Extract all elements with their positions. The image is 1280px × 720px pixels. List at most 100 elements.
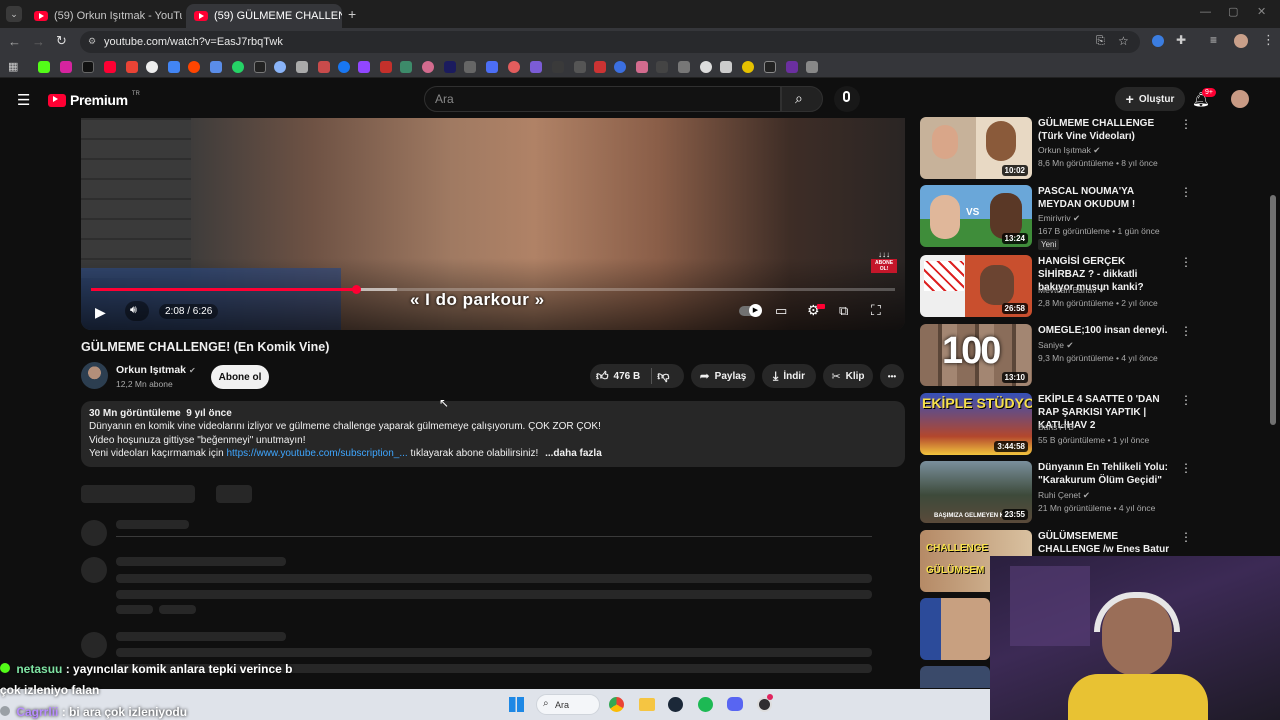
recommended-video[interactable]: BAŞIMIZA GELMEYEN KAL 23:55 Dünyanın En … bbox=[920, 461, 1192, 523]
channel-avatar[interactable] bbox=[81, 362, 108, 389]
download-button[interactable]: ⤓ İndir bbox=[762, 364, 816, 388]
forward-icon[interactable]: → bbox=[32, 34, 45, 49]
bookmark-site-icon[interactable] bbox=[786, 61, 798, 73]
browser-tab-video[interactable]: (59) GÜLMEME CHALLENGE! (E ✕ bbox=[186, 4, 342, 28]
channel-name[interactable]: Orkun Işıtmak ✔ bbox=[116, 364, 196, 376]
bookmark-site-icon[interactable] bbox=[530, 61, 542, 73]
bookmark-site-icon[interactable] bbox=[574, 61, 586, 73]
profile-avatar-icon[interactable] bbox=[1234, 34, 1248, 48]
bookmark-reddit-icon[interactable] bbox=[188, 61, 200, 73]
video-thumbnail[interactable]: 26:58 bbox=[920, 255, 1032, 317]
notifications-button[interactable]: 🔔︎ 9+ bbox=[1192, 88, 1216, 109]
search-button[interactable]: ⌕ bbox=[781, 86, 823, 112]
subscribe-button[interactable]: Abone ol bbox=[211, 365, 269, 389]
subscription-link[interactable]: https://www.youtube.com/subscription_... bbox=[226, 448, 407, 459]
spotify-icon[interactable] bbox=[698, 697, 713, 712]
extension-icon[interactable] bbox=[1152, 35, 1164, 47]
bookmark-site-icon[interactable] bbox=[656, 61, 668, 73]
bookmark-twitch-icon[interactable] bbox=[358, 61, 370, 73]
dislike-button[interactable]: 👎︎ bbox=[657, 369, 669, 384]
bookmark-site-icon[interactable] bbox=[678, 61, 690, 73]
bookmark-chrome-icon[interactable] bbox=[146, 61, 158, 73]
video-thumbnail[interactable]: 10:02 bbox=[920, 117, 1032, 179]
bookmark-site-icon[interactable] bbox=[254, 61, 266, 73]
bookmark-whatsapp-icon[interactable] bbox=[232, 61, 244, 73]
reload-icon[interactable]: ↻ bbox=[56, 33, 67, 49]
more-options-icon[interactable]: ⋮ bbox=[1180, 530, 1192, 544]
bookmark-site-icon[interactable] bbox=[636, 61, 648, 73]
bookmark-site-icon[interactable] bbox=[614, 61, 626, 73]
bookmark-translate-icon[interactable] bbox=[210, 61, 222, 73]
more-actions-button[interactable]: ••• bbox=[880, 364, 904, 388]
bookmark-site-icon[interactable] bbox=[444, 61, 456, 73]
chrome-taskbar-icon[interactable] bbox=[609, 697, 624, 712]
recommended-video[interactable]: 26:58 HANGİSİ GERÇEK SİHİRBAZ ? - dikkat… bbox=[920, 255, 1192, 317]
bookmark-site-icon[interactable] bbox=[380, 61, 392, 73]
subtitles-icon[interactable]: ▭ bbox=[775, 303, 787, 319]
bookmark-site-icon[interactable] bbox=[742, 61, 754, 73]
bookmark-kick-icon[interactable] bbox=[38, 61, 50, 73]
maximize-icon[interactable]: ▢ bbox=[1228, 5, 1238, 18]
miniplayer-icon[interactable]: ⧉ bbox=[839, 303, 848, 319]
account-avatar[interactable] bbox=[1231, 90, 1249, 108]
window-close-icon[interactable]: ✕ bbox=[1257, 5, 1266, 18]
bookmark-site-icon[interactable] bbox=[318, 61, 330, 73]
video-thumbnail[interactable] bbox=[920, 666, 990, 688]
volume-button[interactable]: 🔊︎ bbox=[125, 301, 149, 321]
bookmark-facebook-icon[interactable] bbox=[338, 61, 350, 73]
recommended-video[interactable]: EKİPLE STÜDYO 3:44:58 EKİPLE 4 SAATTE 0 … bbox=[920, 393, 1192, 455]
progress-bar[interactable] bbox=[91, 285, 895, 294]
fullscreen-icon[interactable]: ⛶ bbox=[871, 302, 881, 319]
recommended-video[interactable]: 10:02 GÜLMEME CHALLENGE (Türk Vine Video… bbox=[920, 117, 1192, 179]
video-thumbnail[interactable]: BAŞIMIZA GELMEYEN KAL 23:55 bbox=[920, 461, 1032, 523]
bookmark-youtube-icon[interactable] bbox=[104, 61, 116, 73]
steam-icon[interactable] bbox=[668, 697, 683, 712]
address-bar[interactable]: ⚙ youtube.com/watch?v=EasJ7rbqTwk ⎘ ☆ bbox=[80, 31, 1140, 53]
youtube-logo[interactable]: Premium TR bbox=[48, 91, 140, 108]
install-app-icon[interactable]: ⎘ bbox=[1096, 35, 1105, 48]
more-options-icon[interactable]: ⋮ bbox=[1180, 324, 1192, 338]
like-button[interactable]: 👍︎ 476 B bbox=[596, 369, 640, 384]
more-options-icon[interactable]: ⋮ bbox=[1180, 185, 1192, 199]
back-icon[interactable]: ← bbox=[8, 34, 21, 49]
bookmark-site-icon[interactable] bbox=[168, 61, 180, 73]
bookmark-gmail-icon[interactable] bbox=[126, 61, 138, 73]
file-explorer-icon[interactable] bbox=[639, 698, 655, 711]
video-thumbnail[interactable]: 100 13:10 bbox=[920, 324, 1032, 386]
video-thumbnail[interactable]: EKİPLE STÜDYO 3:44:58 bbox=[920, 393, 1032, 455]
taskbar-search[interactable]: ⌕ Ara bbox=[536, 694, 600, 715]
new-tab-button[interactable]: + bbox=[348, 6, 356, 22]
video-thumbnail[interactable]: VS 13:24 bbox=[920, 185, 1032, 247]
browser-tab-channel[interactable]: (59) Orkun Işıtmak - YouTube ✕ bbox=[26, 4, 182, 28]
page-scrollbar[interactable] bbox=[1270, 195, 1276, 425]
media-control-icon[interactable]: ≡ bbox=[1210, 33, 1217, 47]
windows-start-icon[interactable] bbox=[509, 697, 524, 712]
bookmark-site-icon[interactable] bbox=[508, 61, 520, 73]
search-input[interactable]: Ara bbox=[424, 86, 781, 112]
hamburger-menu-icon[interactable]: ☰ bbox=[17, 91, 30, 109]
extensions-puzzle-icon[interactable]: ✚ bbox=[1176, 33, 1186, 47]
video-player[interactable]: ↓↓↓ ABONE OL! « I do parkour » ▶ 🔊︎ 2:08… bbox=[81, 118, 905, 330]
show-more-link[interactable]: ...daha fazla bbox=[545, 448, 602, 459]
bookmark-site-icon[interactable] bbox=[552, 61, 564, 73]
description-box[interactable]: 30 Mn görüntüleme 9 yıl önce Dünyanın en… bbox=[81, 401, 905, 467]
discord-icon[interactable] bbox=[727, 697, 743, 711]
browser-menu-icon[interactable]: ⋮ bbox=[1262, 32, 1275, 48]
share-button[interactable]: ➦ Paylaş bbox=[691, 364, 755, 388]
bookmark-site-icon[interactable] bbox=[764, 61, 776, 73]
bookmark-site-icon[interactable] bbox=[720, 61, 732, 73]
voice-search-button[interactable] bbox=[834, 86, 860, 112]
more-options-icon[interactable]: ⋮ bbox=[1180, 117, 1192, 131]
bookmark-site-icon[interactable] bbox=[400, 61, 412, 73]
clip-button[interactable]: ✂ Klip bbox=[823, 364, 873, 388]
more-options-icon[interactable]: ⋮ bbox=[1180, 255, 1192, 269]
bookmark-site-icon[interactable] bbox=[594, 61, 606, 73]
create-button[interactable]: + Oluştur bbox=[1115, 87, 1185, 111]
video-thumbnail[interactable] bbox=[920, 598, 990, 660]
more-options-icon[interactable]: ⋮ bbox=[1180, 393, 1192, 407]
site-info-icon[interactable]: ⚙ bbox=[88, 36, 96, 47]
recommended-video[interactable]: VS 13:24 PASCAL NOUMA'YA MEYDAN OKUDUM !… bbox=[920, 185, 1192, 250]
recommended-video[interactable]: 100 13:10 OMEGLE;100 insan deneyi. Saniy… bbox=[920, 324, 1192, 386]
play-icon[interactable]: ▶ bbox=[95, 304, 106, 321]
bookmark-site-icon[interactable] bbox=[700, 61, 712, 73]
